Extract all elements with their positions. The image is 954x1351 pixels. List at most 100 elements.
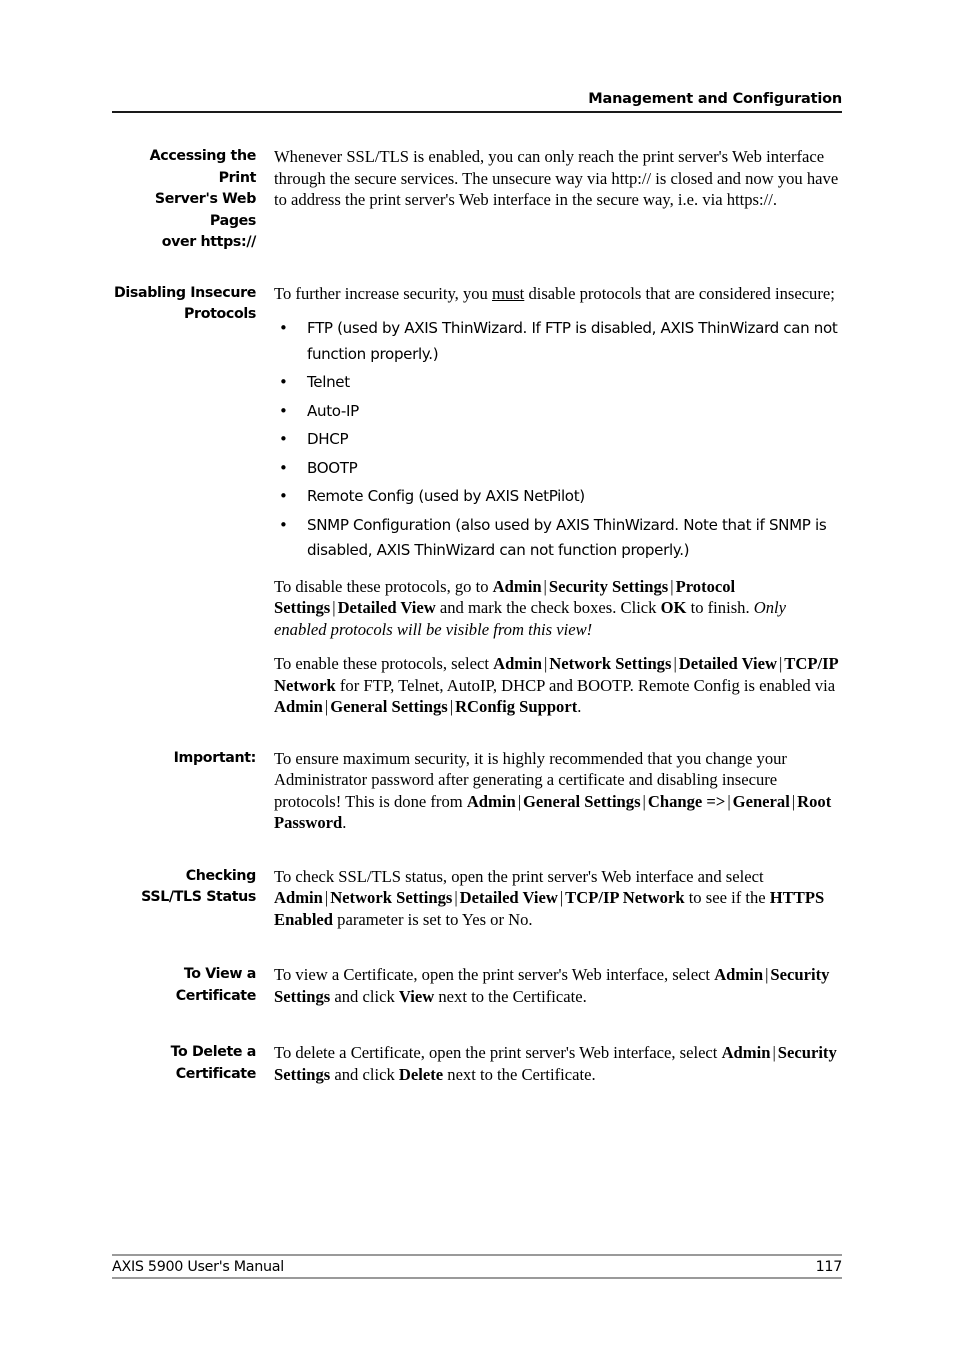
paragraph: Whenever SSL/TLS is enabled, you can onl… (274, 147, 839, 209)
text-run: . (577, 697, 582, 716)
nav-separator: | (673, 654, 677, 673)
nav-token: General Settings (523, 791, 641, 811)
page-number: 117 (815, 1259, 843, 1275)
paragraph-enable-path: To enable these protocols, select Admin |… (274, 653, 842, 718)
section-delete-certificate: To Delete a Certificate To delete a Cert… (112, 1042, 842, 1085)
nav-token: Detailed View (337, 598, 436, 617)
section-important: Important: To ensure maximum security, i… (112, 748, 842, 834)
text-run: To check SSL/TLS status, open the print … (274, 866, 764, 886)
nav-token: RConfig Support (455, 697, 578, 716)
label-line: Important: (173, 749, 257, 766)
nav-token: Network Settings (330, 888, 453, 907)
header-divider (112, 110, 842, 113)
footer-row: AXIS 5900 User's Manual 117 (112, 1256, 842, 1277)
manual-page: Management and Configuration Accessing t… (0, 0, 954, 1351)
section-body-accessing: Whenever SSL/TLS is enabled, you can onl… (274, 146, 842, 211)
label-line: Checking (185, 867, 257, 884)
section-view-certificate: To View a Certificate To view a Certific… (112, 964, 842, 1007)
text-run: next to the Certificate. (443, 1064, 596, 1084)
action-token: Delete (398, 1064, 444, 1084)
nav-separator: | (670, 576, 674, 596)
section-label-checking: Checking SSL/TLS Status (112, 866, 274, 909)
nav-token: Network Settings (549, 654, 672, 673)
nav-separator: | (454, 888, 458, 907)
section-label-disabling: Disabling Insecure Protocols (112, 283, 274, 326)
paragraph-view-certificate: To view a Certificate, open the print se… (274, 964, 842, 1007)
nav-token: Change => (647, 791, 726, 811)
list-item: BOOTP (274, 456, 842, 482)
paragraph-important: To ensure maximum security, it is highly… (274, 748, 842, 834)
running-head: Management and Configuration (588, 91, 842, 107)
nav-separator: | (449, 697, 454, 716)
section-label-important: Important: (112, 748, 274, 770)
nav-token: General Settings (330, 697, 448, 716)
section-label-delete-certificate: To Delete a Certificate (112, 1042, 274, 1085)
nav-token: Admin (721, 1043, 771, 1062)
section-label-accessing: Accessing the Print Server's Web Pages o… (112, 146, 274, 254)
nav-token: Admin (466, 791, 516, 811)
nav-token: Admin (274, 888, 323, 907)
label-line: Server's Web Pages (154, 191, 257, 229)
text-run: to see if the (684, 888, 770, 907)
section-disabling-protocols: Disabling Insecure Protocols To further … (112, 283, 842, 718)
list-item: SNMP Configuration (also used by AXIS Th… (274, 513, 842, 564)
label-line: SSL/TLS Status (141, 889, 256, 905)
text-run: To view a Certificate, open the print se… (274, 965, 715, 984)
intro-text-before: To further increase security, you (274, 283, 493, 303)
section-label-view-certificate: To View a Certificate (112, 964, 274, 1007)
nav-separator: | (772, 1043, 776, 1062)
section-body-delete-certificate: To delete a Certificate, open the print … (274, 1042, 842, 1085)
label-line: To View a Certificate (175, 966, 257, 1004)
nav-separator: | (517, 791, 522, 811)
paragraph-delete-certificate: To delete a Certificate, open the print … (274, 1042, 842, 1085)
label-line: Accessing the Print (149, 148, 257, 186)
section-body-view-certificate: To view a Certificate, open the print se… (274, 964, 842, 1007)
text-run: and click (330, 1064, 399, 1084)
text-run: next to the Certificate. (434, 986, 587, 1006)
action-token: View (398, 986, 435, 1006)
section-accessing-web-pages: Accessing the Print Server's Web Pages o… (112, 146, 842, 254)
list-item: Auto-IP (274, 399, 842, 425)
footer-divider-bottom (112, 1277, 842, 1279)
nav-token: Admin (493, 654, 542, 673)
list-item: Remote Config (used by AXIS NetPilot) (274, 484, 842, 510)
list-item: DHCP (274, 427, 842, 453)
text-run: to finish. (686, 598, 754, 617)
nav-separator: | (642, 791, 646, 811)
nav-token: Security Settings (548, 576, 669, 596)
nav-token: Detailed View (459, 888, 558, 907)
nav-token: TCP/IP Network (565, 888, 685, 907)
text-run: for FTP, Telnet, AutoIP, DHCP and BOOTP.… (335, 675, 836, 695)
label-line: Protocols (184, 306, 256, 322)
section-body-checking: To check SSL/TLS status, open the print … (274, 866, 842, 931)
section-checking-status: Checking SSL/TLS Status To check SSL/TLS… (112, 866, 842, 931)
nav-token: Admin (492, 576, 542, 596)
paragraph-checking: To check SSL/TLS status, open the print … (274, 866, 842, 931)
intro-text-after: disable protocols that are considered in… (524, 283, 835, 303)
nav-token: Admin (274, 697, 323, 716)
label-line: over https:// (161, 234, 257, 250)
page-footer: AXIS 5900 User's Manual 117 (112, 1254, 842, 1279)
paragraph-disable-path: To disable these protocols, go to Admin |… (274, 576, 842, 641)
label-line: To Delete a Certificate (170, 1044, 257, 1082)
nav-token: General (732, 791, 790, 811)
label-line: Disabling Insecure (113, 284, 256, 301)
manual-title: AXIS 5900 User's Manual (112, 1259, 284, 1275)
nav-token: Detailed View (678, 654, 777, 673)
nav-token: Admin (714, 965, 764, 984)
insecure-protocols-list: FTP (used by AXIS ThinWizard. If FTP is … (274, 316, 842, 564)
text-run: and click (330, 986, 399, 1006)
section-body-important: To ensure maximum security, it is highly… (274, 748, 842, 834)
text-run: To enable these protocols, select (274, 654, 494, 673)
list-item: FTP (used by AXIS ThinWizard. If FTP is … (274, 316, 842, 367)
page-header: Management and Configuration (112, 91, 842, 113)
text-run: To disable these protocols, go to (274, 576, 493, 596)
section-body-disabling: To further increase security, you must d… (274, 283, 842, 718)
nav-token: OK (660, 598, 687, 617)
text-run: To delete a Certificate, open the print … (274, 1043, 722, 1062)
text-run: . (342, 813, 347, 832)
text-run: parameter is set to Yes or No. (333, 909, 533, 929)
text-run: and mark the check boxes. Click (435, 598, 661, 617)
paragraph-intro: To further increase security, you must d… (274, 283, 842, 305)
emphasis-must: must (492, 283, 525, 303)
